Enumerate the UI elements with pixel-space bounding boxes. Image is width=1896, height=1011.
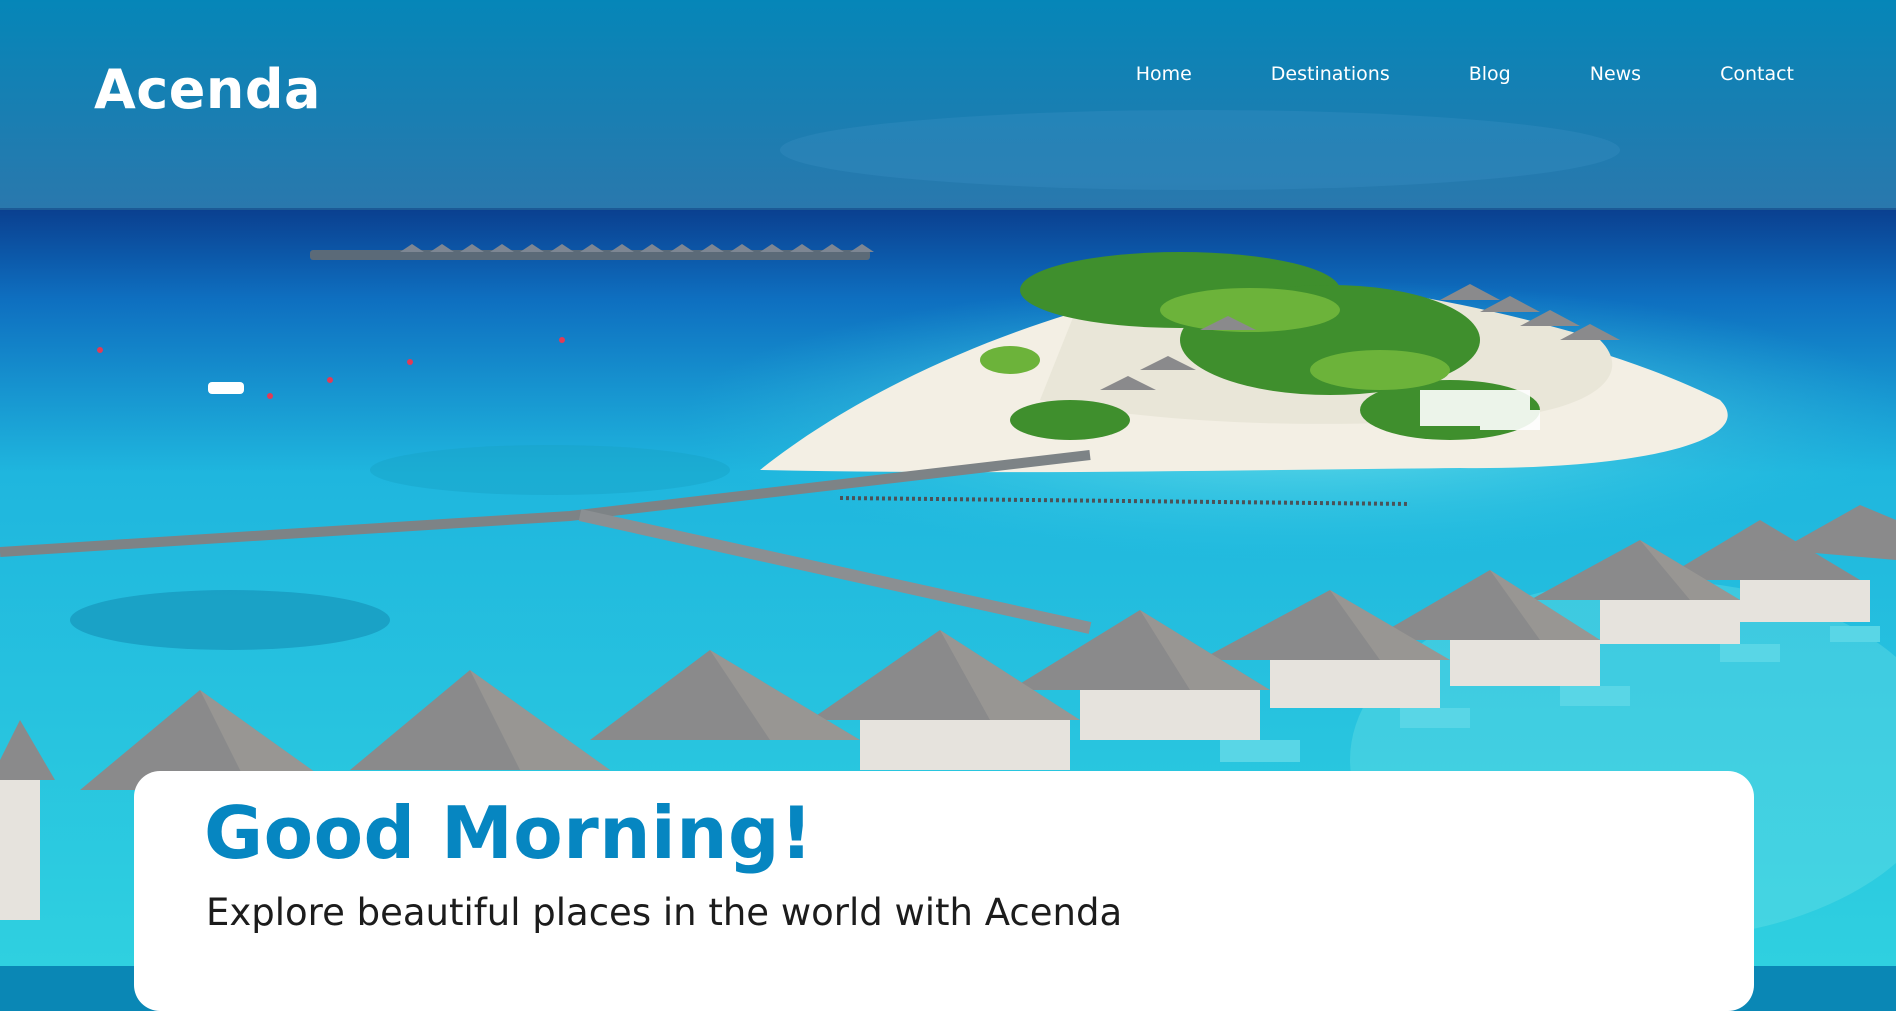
nav-blog-link[interactable]: Blog [1469,60,1511,88]
site-header: Acenda Home Destinations Blog News Conta… [0,0,1896,210]
nav-destinations-link[interactable]: Destinations [1271,60,1390,88]
hero-card: Good Morning! Explore beautiful places i… [134,771,1754,1011]
main-nav: Home Destinations Blog News Contact [1136,60,1794,88]
brand-logo[interactable]: Acenda [94,58,321,121]
nav-home-link[interactable]: Home [1136,60,1192,88]
hero-tagline: Explore beautiful places in the world wi… [206,891,1123,934]
hero-greeting: Good Morning! [204,791,814,875]
nav-contact-link[interactable]: Contact [1720,60,1794,88]
nav-news-link[interactable]: News [1590,60,1641,88]
